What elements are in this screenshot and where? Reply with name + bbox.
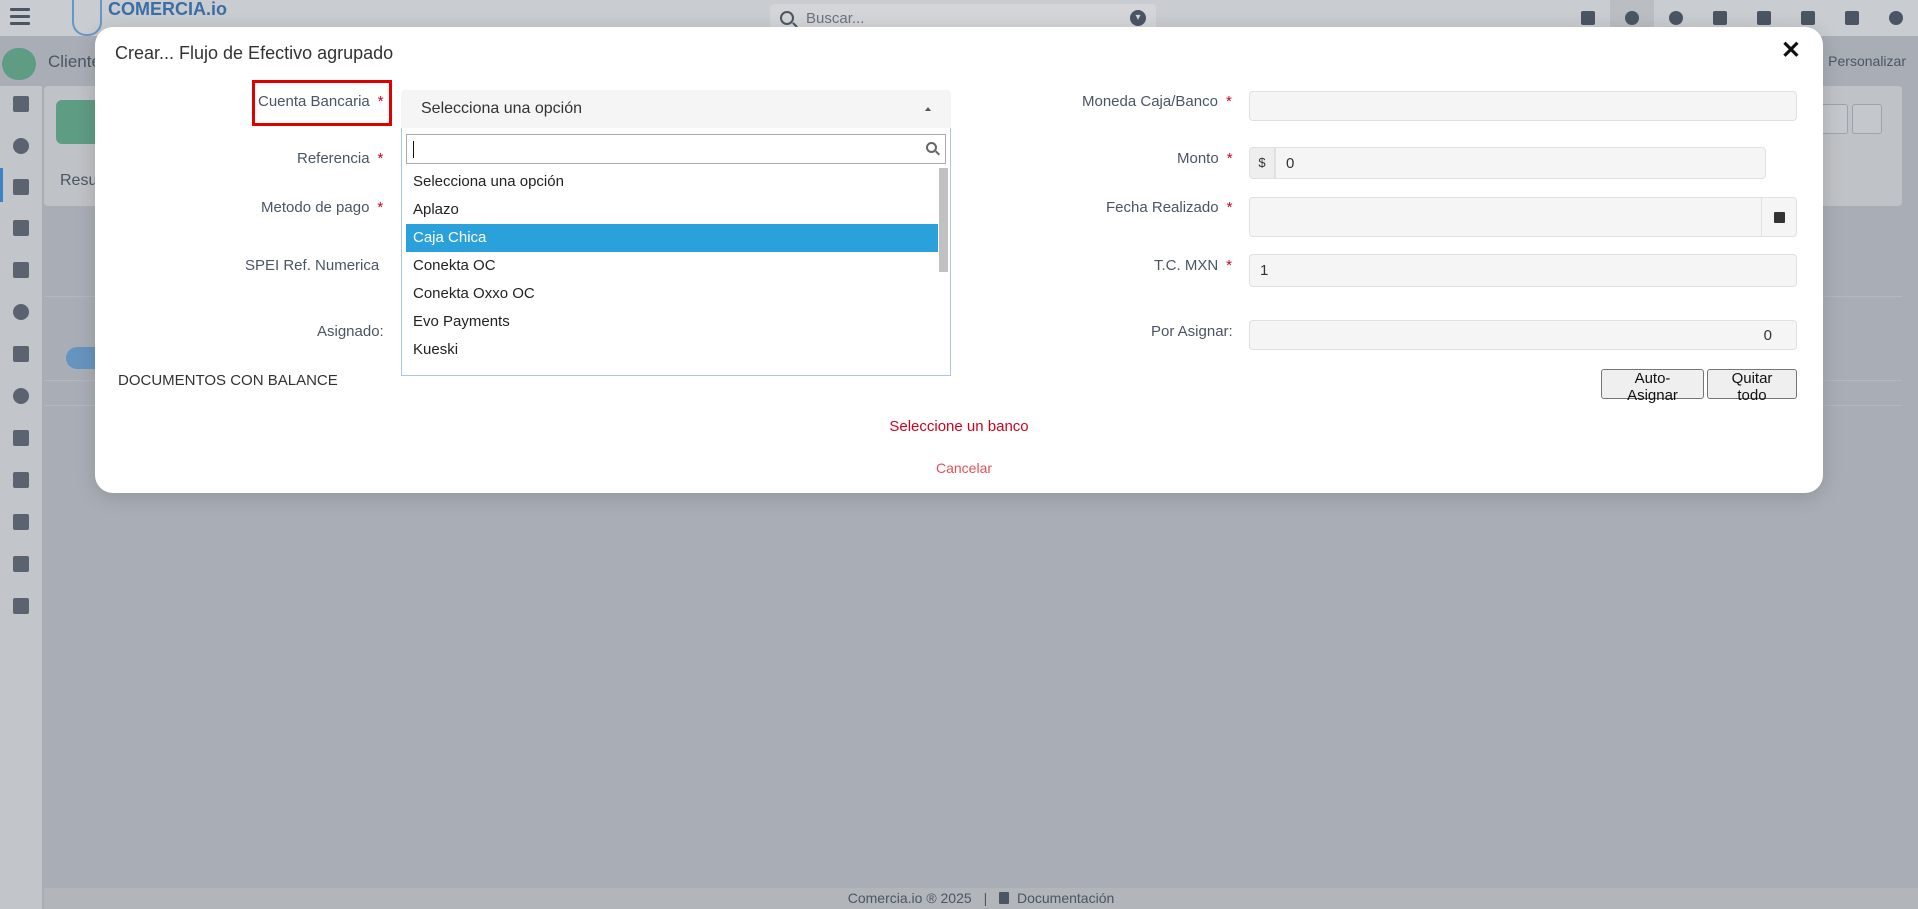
sidebar-calendar-icon[interactable] xyxy=(13,598,29,614)
footer: Comercia.io ® 2025 | Documentación xyxy=(44,888,1918,909)
dropdown-option[interactable]: Selecciona una opción xyxy=(406,168,938,196)
asignado-label: Asignado: xyxy=(317,323,384,340)
moneda-text: Moneda Caja/Banco xyxy=(1082,93,1218,110)
footer-docs-link[interactable]: Documentación xyxy=(1017,890,1114,906)
referencia-label: Referencia * xyxy=(297,150,383,167)
book-icon xyxy=(999,892,1010,904)
sidebar-book-icon[interactable] xyxy=(13,262,29,278)
checkbox-icon[interactable] xyxy=(1830,0,1874,36)
auto-asignar-button[interactable]: Auto-Asignar xyxy=(1601,369,1704,404)
dropdown-options: Selecciona una opción Aplazo Caja Chica … xyxy=(406,168,938,364)
spei-label: SPEI Ref. Numerica xyxy=(245,257,380,274)
dropdown-option-highlighted[interactable]: Caja Chica xyxy=(406,224,938,252)
search-dropdown-icon[interactable]: ▾ xyxy=(1130,10,1146,26)
dropdown-search-icon xyxy=(926,142,937,153)
required-mark: * xyxy=(1226,199,1233,216)
monto-text: Monto xyxy=(1177,150,1219,167)
personalizar-dropdown[interactable]: Personalizar xyxy=(1828,53,1906,69)
dropdown-option[interactable]: Kueski xyxy=(406,336,938,364)
cuenta-bancaria-select[interactable]: Selecciona una opción xyxy=(401,90,951,128)
sidebar-notebook-icon[interactable] xyxy=(13,430,29,446)
por-asignar-field: 0 xyxy=(1249,320,1797,350)
sidebar-report-icon[interactable] xyxy=(13,556,29,572)
por-asignar-label: Por Asignar: xyxy=(1151,323,1233,340)
moneda-label: Moneda Caja/Banco * xyxy=(1082,93,1232,110)
search-icon xyxy=(780,11,794,25)
fecha-label: Fecha Realizado * xyxy=(1106,199,1232,216)
dropdown-search-input[interactable] xyxy=(406,134,946,164)
search-placeholder: Buscar... xyxy=(806,9,865,27)
create-cashflow-modal: Crear... Flujo de Efectivo agrupado ✕ Cu… xyxy=(95,27,1823,493)
sidebar-ledger-icon[interactable] xyxy=(13,472,29,488)
module-icon xyxy=(2,48,36,80)
required-mark: * xyxy=(377,199,384,216)
user-icon[interactable] xyxy=(1874,0,1918,36)
tc-label: T.C. MXN * xyxy=(1154,257,1232,274)
moneda-field[interactable] xyxy=(1249,91,1797,121)
cuenta-bancaria-label: Cuenta Bancaria * xyxy=(258,93,384,110)
background-tab[interactable]: Resu xyxy=(60,172,97,190)
modal-title: Crear... Flujo de Efectivo agrupado xyxy=(115,43,394,63)
referencia-text: Referencia xyxy=(297,150,370,167)
quitar-todo-button[interactable]: Quitar todo xyxy=(1707,369,1797,404)
required-mark: * xyxy=(1225,93,1232,110)
calendar-icon[interactable] xyxy=(1761,197,1797,237)
required-mark: * xyxy=(377,93,384,110)
required-mark: * xyxy=(1226,150,1233,167)
dropdown-option[interactable]: Conekta Oxxo OC xyxy=(406,280,938,308)
sidebar-id-card-icon[interactable] xyxy=(13,96,29,112)
sidebar-building-icon[interactable] xyxy=(13,179,29,195)
sidebar-nc-icon[interactable] xyxy=(13,514,29,530)
footer-copyright: Comercia.io ® 2025 xyxy=(847,890,972,906)
dropdown-option[interactable]: Conekta OC xyxy=(406,252,938,280)
required-mark: * xyxy=(1226,257,1233,274)
sidebar-zoom-icon[interactable] xyxy=(13,388,29,404)
background-tile-icon xyxy=(56,100,100,144)
cancel-link[interactable]: Cancelar xyxy=(95,460,1833,476)
required-mark: * xyxy=(377,150,384,167)
dropdown-option[interactable]: Evo Payments xyxy=(406,308,938,336)
sidebar-selected-indicator xyxy=(0,168,3,202)
cuenta-bancaria-text: Cuenta Bancaria xyxy=(258,93,370,110)
footer-separator: | xyxy=(983,890,988,906)
select-arrow-icon xyxy=(925,107,931,111)
fecha-input[interactable] xyxy=(1249,197,1797,237)
documentos-section-label: DOCUMENTOS CON BALANCE xyxy=(118,372,338,389)
cuenta-bancaria-selected: Selecciona una opción xyxy=(421,100,583,117)
warning-message: Seleccione un banco xyxy=(889,418,1029,435)
dropdown-scrollbar[interactable] xyxy=(939,168,948,272)
metodo-pago-label: Metodo de pago * xyxy=(261,199,383,216)
sidebar-document-icon[interactable] xyxy=(13,346,29,362)
tc-text: T.C. MXN xyxy=(1154,257,1219,274)
metodo-pago-text: Metodo de pago xyxy=(261,199,370,216)
sidebar-user-icon[interactable] xyxy=(13,138,29,154)
background-next-icon[interactable] xyxy=(1852,104,1882,134)
monto-input[interactable]: 0 xyxy=(1275,147,1766,179)
cuenta-bancaria-dropdown: Selecciona una opción Aplazo Caja Chica … xyxy=(401,128,951,376)
close-icon[interactable]: ✕ xyxy=(1781,39,1801,63)
text-cursor xyxy=(413,141,414,158)
module-title: Cliente xyxy=(48,52,101,71)
logo-mascot-icon xyxy=(72,0,102,36)
monto-label: Monto * xyxy=(1177,150,1233,167)
hamburger-menu-icon[interactable] xyxy=(10,8,30,26)
sidebar xyxy=(0,86,42,909)
sidebar-contact-icon[interactable] xyxy=(13,220,29,236)
fecha-text: Fecha Realizado xyxy=(1106,199,1219,216)
sidebar-search-icon[interactable] xyxy=(13,304,29,320)
logo-text: COMERCIA.io xyxy=(108,0,227,19)
dropdown-option[interactable]: Aplazo xyxy=(406,196,938,224)
tc-input[interactable]: 1 xyxy=(1249,254,1797,287)
currency-prefix: $ xyxy=(1249,147,1275,179)
